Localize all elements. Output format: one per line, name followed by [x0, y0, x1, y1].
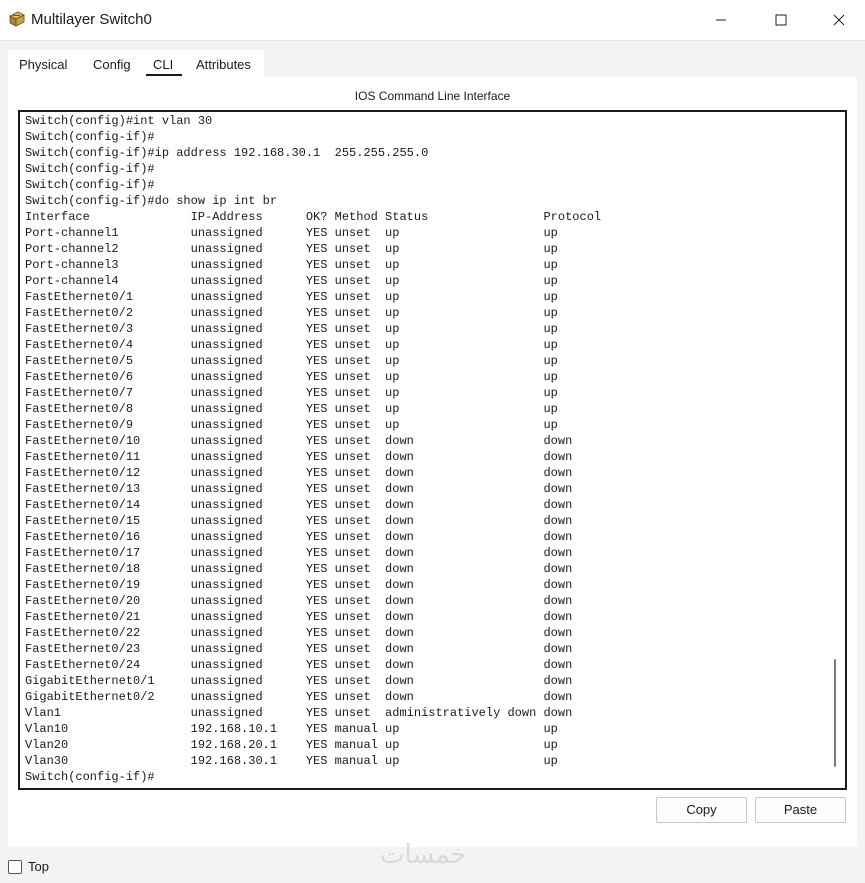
tab-attributes[interactable]: Attributes: [196, 57, 251, 72]
terminal-line: FastEthernet0/6 unassigned YES unset up …: [25, 370, 558, 384]
terminal-line: FastEthernet0/20 unassigned YES unset do…: [25, 594, 573, 608]
terminal-line: FastEthernet0/16 unassigned YES unset do…: [25, 530, 573, 544]
minimize-icon: [715, 14, 727, 26]
copy-button[interactable]: Copy: [656, 797, 747, 823]
tab-cli[interactable]: CLI: [153, 57, 173, 72]
panel-title: IOS Command Line Interface: [354, 89, 511, 103]
terminal-line: GigabitEthernet0/1 unassigned YES unset …: [25, 674, 573, 688]
close-button[interactable]: [816, 0, 862, 40]
maximize-button[interactable]: [758, 0, 804, 40]
terminal-line: Switch(config)#int vlan 30: [25, 114, 213, 128]
terminal-line: Port-channel1 unassigned YES unset up up: [25, 226, 558, 240]
terminal-line: Vlan30 192.168.30.1 YES manual up up: [25, 754, 558, 768]
terminal-output[interactable]: Switch(config)#int vlan 30 Switch(config-…: [25, 113, 601, 785]
terminal-line: FastEthernet0/24 unassigned YES unset do…: [25, 658, 573, 672]
packet-tracer-switch-icon: [8, 10, 26, 28]
terminal-line: FastEthernet0/13 unassigned YES unset do…: [25, 482, 573, 496]
close-icon: [833, 14, 845, 26]
terminal-line: Switch(config-if)#: [25, 770, 155, 784]
cli-terminal[interactable]: Switch(config)#int vlan 30 Switch(config-…: [18, 110, 847, 790]
terminal-line: FastEthernet0/5 unassigned YES unset up …: [25, 354, 558, 368]
terminal-line: FastEthernet0/11 unassigned YES unset do…: [25, 450, 573, 464]
terminal-line: FastEthernet0/3 unassigned YES unset up …: [25, 322, 558, 336]
terminal-line: FastEthernet0/14 unassigned YES unset do…: [25, 498, 573, 512]
minimize-button[interactable]: [698, 0, 744, 40]
terminal-line: Vlan20 192.168.20.1 YES manual up up: [25, 738, 558, 752]
terminal-line: FastEthernet0/19 unassigned YES unset do…: [25, 578, 573, 592]
paste-button[interactable]: Paste: [755, 797, 846, 823]
terminal-line: FastEthernet0/9 unassigned YES unset up …: [25, 418, 558, 432]
terminal-line: Switch(config-if)#ip address 192.168.30.…: [25, 146, 429, 160]
terminal-line: GigabitEthernet0/2 unassigned YES unset …: [25, 690, 573, 704]
terminal-line: FastEthernet0/7 unassigned YES unset up …: [25, 386, 558, 400]
terminal-line: Vlan1 unassigned YES unset administrativ…: [25, 706, 573, 720]
title-bar[interactable]: Multilayer Switch0: [0, 0, 865, 41]
terminal-line: FastEthernet0/15 unassigned YES unset do…: [25, 514, 573, 528]
watermark-logo: خمسات: [380, 840, 467, 870]
terminal-line: Port-channel2 unassigned YES unset up up: [25, 242, 558, 256]
terminal-line: Switch(config-if)#do show ip int br: [25, 194, 278, 208]
terminal-line: Interface IP-Address OK? Method Status P…: [25, 210, 602, 224]
terminal-line: FastEthernet0/2 unassigned YES unset up …: [25, 306, 558, 320]
window-title: Multilayer Switch0: [31, 11, 152, 28]
terminal-line: Switch(config-if)#: [25, 130, 155, 144]
terminal-line: Switch(config-if)#: [25, 162, 155, 176]
terminal-line: FastEthernet0/22 unassigned YES unset do…: [25, 626, 573, 640]
terminal-line: FastEthernet0/18 unassigned YES unset do…: [25, 562, 573, 576]
terminal-line: FastEthernet0/8 unassigned YES unset up …: [25, 402, 558, 416]
top-checkbox[interactable]: [8, 860, 22, 874]
terminal-line: FastEthernet0/17 unassigned YES unset do…: [25, 546, 573, 560]
terminal-line: Switch(config-if)#: [25, 178, 155, 192]
tab-physical[interactable]: Physical: [19, 57, 67, 72]
terminal-line: FastEthernet0/12 unassigned YES unset do…: [25, 466, 573, 480]
terminal-line: FastEthernet0/10 unassigned YES unset do…: [25, 434, 573, 448]
terminal-line: Port-channel3 unassigned YES unset up up: [25, 258, 558, 272]
maximize-icon: [775, 14, 787, 26]
terminal-line: FastEthernet0/4 unassigned YES unset up …: [25, 338, 558, 352]
terminal-line: FastEthernet0/1 unassigned YES unset up …: [25, 290, 558, 304]
active-tab-indicator: [146, 74, 182, 76]
terminal-scrollbar[interactable]: [834, 659, 836, 767]
terminal-line: FastEthernet0/23 unassigned YES unset do…: [25, 642, 573, 656]
cli-panel: IOS Command Line Interface Switch(config…: [8, 77, 857, 847]
tab-bar: Physical Config CLI Attributes: [8, 50, 864, 78]
terminal-line: Port-channel4 unassigned YES unset up up: [25, 274, 558, 288]
top-checkbox-label: Top: [28, 859, 49, 874]
terminal-line: Vlan10 192.168.10.1 YES manual up up: [25, 722, 558, 736]
terminal-line: FastEthernet0/21 unassigned YES unset do…: [25, 610, 573, 624]
tab-config[interactable]: Config: [93, 57, 131, 72]
